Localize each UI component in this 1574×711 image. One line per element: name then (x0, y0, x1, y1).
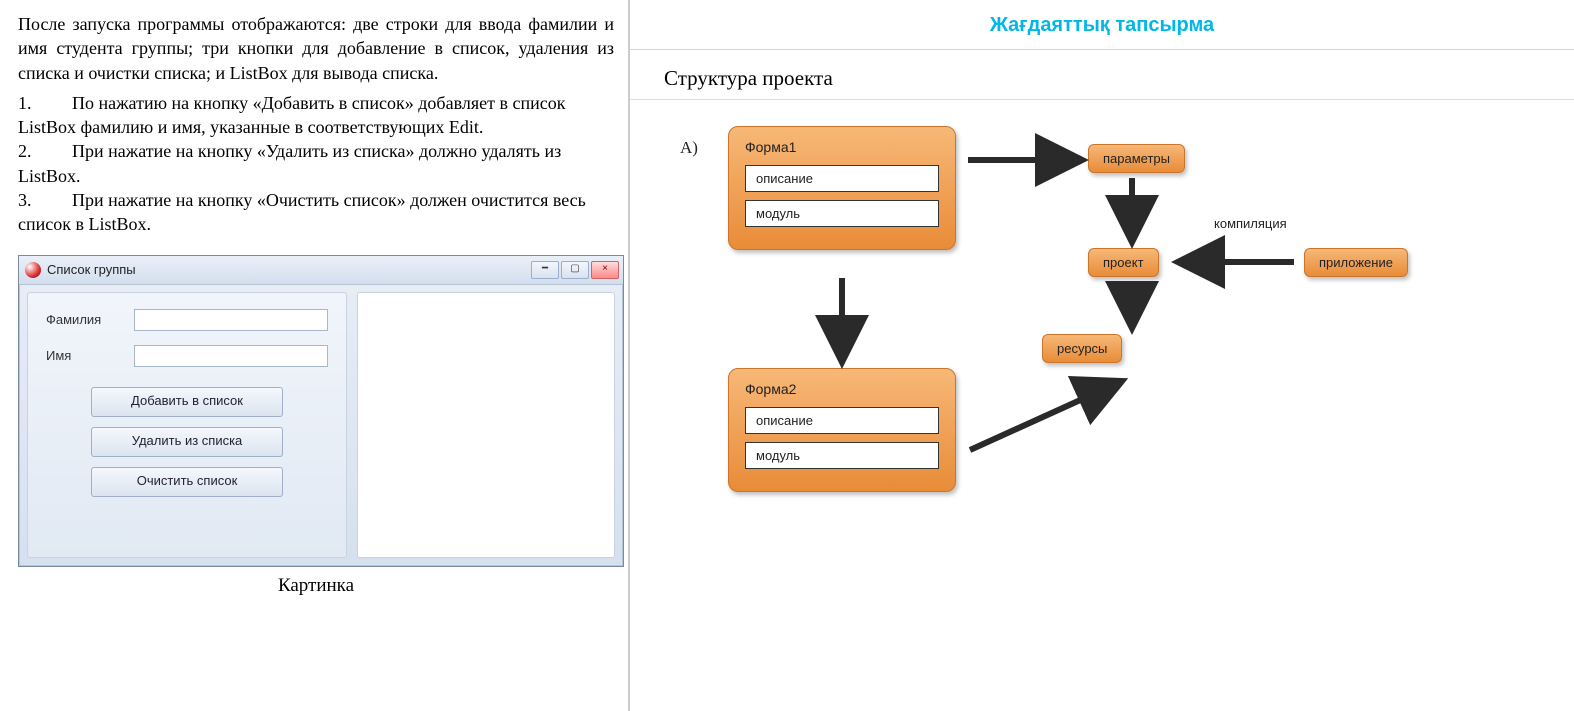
form2-desc: описание (745, 407, 939, 434)
mock-app-window: Список группы ━ ▢ × Фамилия Имя (18, 255, 624, 567)
node-app: приложение (1304, 248, 1408, 277)
numbered-list: 1.По нажатию на кнопку «Добавить в списо… (18, 91, 614, 237)
node-project: проект (1088, 248, 1159, 277)
add-button: Добавить в список (91, 387, 283, 417)
node-form1: Форма1 описание модуль (728, 126, 956, 250)
name-input (134, 345, 328, 367)
task-heading: Жағдаяттық тапсырма (630, 14, 1574, 37)
form2-module: модуль (745, 442, 939, 469)
list-item-1: По нажатию на кнопку «Добавить в список»… (18, 93, 565, 137)
app-icon (25, 262, 41, 278)
delete-button: Удалить из списка (91, 427, 283, 457)
listbox-panel (357, 292, 615, 558)
form2-title: Форма2 (745, 381, 939, 397)
project-structure-diagram: A) Форма1 описание модуль Форма2 описани… (680, 120, 1574, 660)
list-item-2: При нажатие на кнопку «Удалить из списка… (18, 141, 561, 185)
close-icon: × (591, 261, 619, 279)
maximize-icon: ▢ (561, 261, 589, 279)
surname-label: Фамилия (46, 312, 126, 327)
surname-input (134, 309, 328, 331)
image-caption: Картинка (18, 575, 614, 597)
window-title: Список группы (47, 262, 531, 277)
name-label: Имя (46, 348, 126, 363)
node-params: параметры (1088, 144, 1185, 173)
node-resources: ресурсы (1042, 334, 1122, 363)
list-item-3: При нажатие на кнопку «Очистить список» … (18, 190, 586, 234)
form1-desc: описание (745, 165, 939, 192)
clear-button: Очистить список (91, 467, 283, 497)
input-panel: Фамилия Имя Добавить в список Удалить из… (27, 292, 347, 558)
answer-column: Жағдаяттық тапсырма Структура проекта A)… (630, 0, 1574, 711)
node-form2: Форма2 описание модуль (728, 368, 956, 492)
minimize-icon: ━ (531, 261, 559, 279)
form1-title: Форма1 (745, 139, 939, 155)
section-subtitle: Структура проекта (664, 66, 1574, 91)
option-letter: A) (680, 138, 698, 158)
form1-module: модуль (745, 200, 939, 227)
window-titlebar: Список группы ━ ▢ × (19, 256, 623, 285)
intro-paragraph: После запуска программы отображаются: дв… (18, 12, 614, 85)
question-text-column: После запуска программы отображаются: дв… (0, 0, 630, 711)
compile-label: компиляция (1214, 216, 1287, 231)
